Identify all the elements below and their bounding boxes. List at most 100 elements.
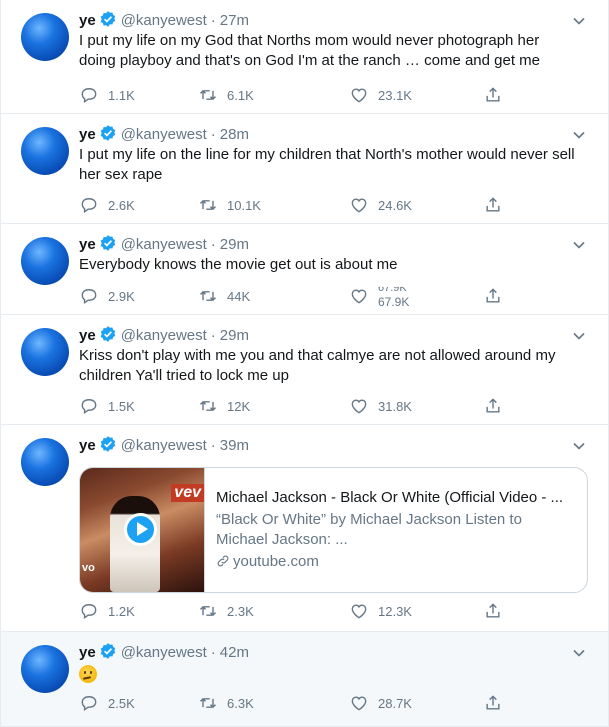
retweet-icon (199, 697, 217, 709)
avatar[interactable] (21, 127, 69, 175)
chevron-down-icon[interactable] (572, 329, 586, 343)
retweet-button[interactable]: 10.1K (198, 194, 261, 216)
timestamp[interactable]: 39m (220, 437, 249, 454)
handle[interactable]: @kanyewest (121, 236, 207, 253)
reply-count: 2.5K (108, 695, 135, 711)
share-button[interactable] (483, 692, 503, 714)
share-button[interactable] (483, 194, 503, 216)
reply-button[interactable]: 1.1K (79, 84, 135, 106)
retweet-button[interactable]: 6.3K (198, 692, 254, 714)
handle[interactable]: @kanyewest (121, 327, 207, 344)
reply-button[interactable]: 1.5K (79, 395, 135, 417)
chevron-down-icon[interactable] (572, 14, 586, 28)
retweet-icon (199, 199, 217, 211)
separator-dot: · (210, 437, 216, 454)
play-icon[interactable] (124, 513, 157, 546)
handle[interactable]: @kanyewest (121, 126, 207, 143)
retweet-count: 12K (227, 398, 251, 414)
avatar[interactable] (21, 438, 69, 486)
handle[interactable]: @kanyewest (121, 644, 207, 661)
retweet-button[interactable]: 12K (198, 395, 250, 417)
display-name[interactable]: ye (79, 327, 96, 344)
share-button[interactable] (483, 600, 503, 622)
retweet-button[interactable]: 6.1K (198, 84, 254, 106)
like-button[interactable]: 23.1K (349, 84, 412, 106)
tweet[interactable]: ye @kanyewest · 29m Everybody knows the mov… (1, 224, 608, 315)
vevo-badge: vev (171, 484, 204, 502)
display-name[interactable]: ye (79, 126, 96, 143)
like-count: 24.6K (378, 197, 412, 213)
display-name[interactable]: ye (79, 236, 96, 253)
verified-icon (100, 125, 115, 141)
heart-icon (351, 604, 367, 619)
verified-icon (100, 11, 115, 27)
share-button[interactable] (483, 84, 503, 106)
chevron-down-icon[interactable] (572, 238, 586, 252)
tweet[interactable]: ye @kanyewest · 42m 2.5K 6.3K 28.7K (1, 632, 608, 727)
timestamp[interactable]: 29m (220, 327, 249, 344)
like-button[interactable]: 31.8K (349, 395, 412, 417)
separator-dot: · (210, 236, 216, 253)
timestamp[interactable]: 42m (220, 644, 249, 661)
heart-icon (351, 696, 367, 711)
tweet-header: ye @kanyewest · 29m (79, 234, 568, 256)
retweet-button[interactable]: 2.3K (198, 600, 254, 622)
tweet[interactable]: ye @kanyewest · 39m vev vo Michael Jackson … (1, 425, 608, 632)
chevron-down-icon[interactable] (572, 439, 586, 453)
chevron-down-icon[interactable] (572, 646, 586, 660)
reply-button[interactable]: 2.9K (79, 285, 135, 307)
share-icon (486, 288, 500, 303)
retweet-count: 10.1K (227, 197, 261, 213)
like-count: 67.9K (378, 294, 410, 309)
tweet-text: I put my life on the line for my childre… (79, 146, 575, 183)
video-thumbnail[interactable]: vev vo (80, 468, 205, 592)
reply-button[interactable]: 2.6K (79, 194, 135, 216)
avatar[interactable] (21, 13, 69, 61)
card-body: Michael Jackson - Black Or White (Offici… (216, 488, 577, 572)
like-button[interactable]: 28.7K (349, 692, 412, 714)
share-button[interactable] (483, 285, 503, 307)
timestamp[interactable]: 27m (220, 12, 249, 29)
display-name[interactable]: ye (79, 437, 96, 454)
card-domain: youtube.com (233, 553, 319, 570)
link-preview-card[interactable]: vev vo Michael Jackson - Black Or White … (79, 467, 588, 593)
display-name[interactable]: ye (79, 12, 96, 29)
handle[interactable]: @kanyewest (121, 12, 207, 29)
thumbnail-corner-text: vo (82, 562, 95, 574)
tweet-text (79, 665, 580, 689)
retweet-button[interactable]: 44K (198, 285, 250, 307)
tweet-actions: 1.5K 12K 31.8K (79, 395, 509, 417)
heart-icon (351, 88, 367, 103)
link-icon (217, 555, 229, 567)
verified-icon (100, 326, 115, 342)
card-domain-row: youtube.com (216, 552, 577, 572)
like-button[interactable]: 24.6K (349, 194, 412, 216)
avatar[interactable] (21, 328, 69, 376)
retweet-icon (199, 89, 217, 101)
tweet[interactable]: ye @kanyewest · 28m I put my life on the li… (1, 114, 608, 224)
thinking-face-icon (79, 665, 97, 683)
like-button[interactable]: 12.3K (349, 600, 412, 622)
display-name[interactable]: ye (79, 644, 96, 661)
chevron-down-icon[interactable] (572, 128, 586, 142)
reply-count: 1.2K (108, 603, 135, 619)
share-button[interactable] (483, 395, 503, 417)
retweet-icon (199, 605, 217, 617)
retweet-count: 44K (227, 288, 251, 304)
avatar[interactable] (21, 645, 69, 693)
retweet-count: 6.1K (227, 87, 254, 103)
timeline-feed: ye @kanyewest · 27m I put my life on my God… (0, 0, 609, 727)
reply-count: 1.5K (108, 398, 135, 414)
timestamp[interactable]: 29m (220, 236, 249, 253)
reply-button[interactable]: 2.5K (79, 692, 135, 714)
timestamp[interactable]: 28m (220, 126, 249, 143)
tweet[interactable]: ye @kanyewest · 27m I put my life on my God… (1, 0, 608, 114)
verified-icon (100, 436, 115, 452)
tweet[interactable]: ye @kanyewest · 29m Kriss don't play with m… (1, 315, 608, 425)
like-button[interactable]: 67.9K 67.9K (349, 285, 410, 309)
reply-button[interactable]: 1.2K (79, 600, 135, 622)
reply-icon (81, 289, 97, 305)
reply-icon (81, 198, 97, 214)
avatar[interactable] (21, 237, 69, 285)
handle[interactable]: @kanyewest (121, 437, 207, 454)
